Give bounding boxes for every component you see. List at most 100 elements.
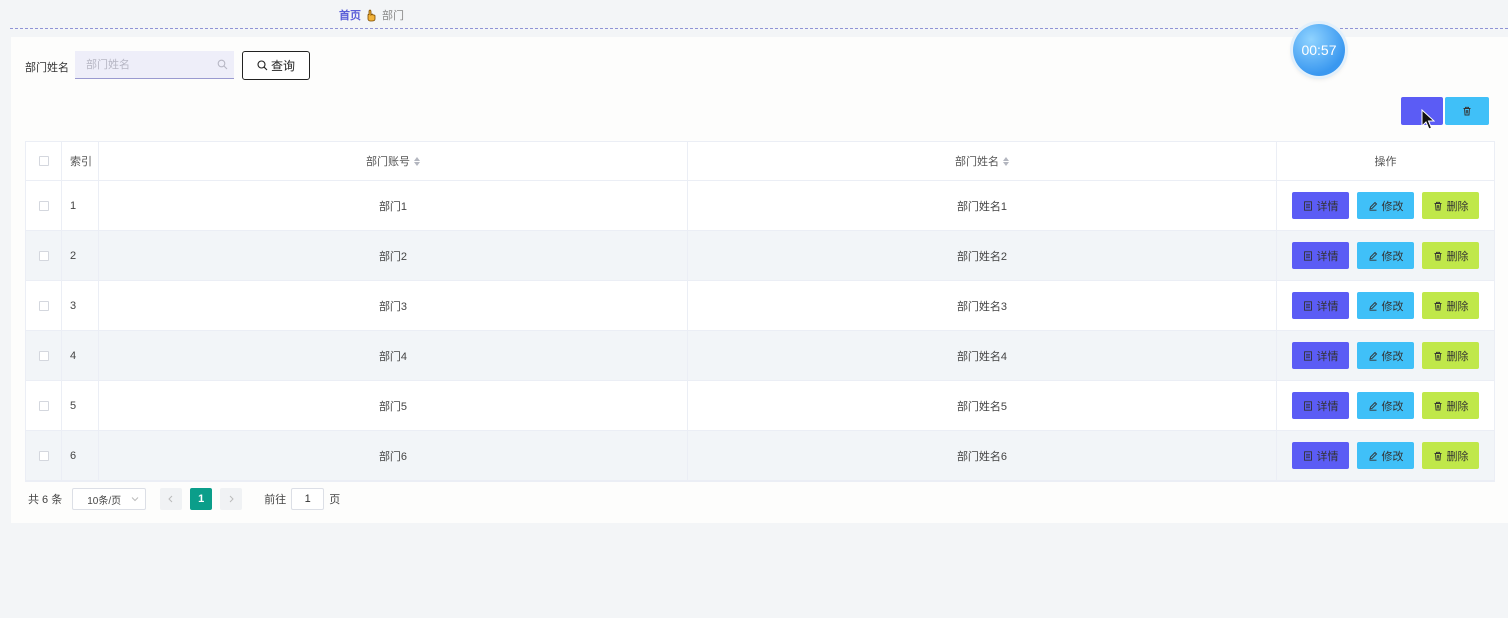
row-name-value: 部门姓名1: [956, 200, 1008, 213]
breadcrumb: 首页 部门: [339, 7, 404, 23]
select-all-checkbox[interactable]: [38, 156, 49, 166]
pencil-icon: [1368, 301, 1377, 311]
row-account: 部门2: [99, 231, 688, 280]
next-page-button[interactable]: [220, 488, 243, 510]
row-account: 部门3: [99, 281, 688, 330]
batch-delete-button[interactable]: [1445, 97, 1489, 125]
edit-button[interactable]: 修改: [1357, 192, 1414, 219]
row-checkbox[interactable]: [38, 200, 49, 211]
trash-icon: [1434, 251, 1441, 260]
edit-button[interactable]: 修改: [1357, 242, 1414, 269]
row-name: 部门姓名2: [688, 231, 1277, 280]
row-name-value: 部门姓名6: [956, 450, 1008, 463]
row-account-value: 部门3: [378, 300, 408, 313]
header-ops-label: 操作: [1374, 156, 1397, 168]
sort-icon[interactable]: [414, 156, 420, 166]
row-account-value: 部门4: [378, 350, 408, 363]
row-name-value: 部门姓名3: [956, 300, 1008, 313]
prev-page-button[interactable]: [160, 488, 183, 510]
pencil-icon: [1368, 451, 1377, 461]
document-icon: [1303, 450, 1312, 461]
sort-icon[interactable]: [1003, 156, 1009, 166]
chevron-left-icon: [168, 495, 173, 503]
main-panel: 部门姓名 查询 00:57 索引: [11, 24, 1508, 523]
detail-button[interactable]: 详情: [1292, 342, 1349, 369]
timer-badge: 00:57: [1293, 24, 1345, 76]
trash-icon: [1434, 451, 1441, 460]
row-checkbox-cell: [26, 231, 62, 280]
detail-button[interactable]: 详情: [1292, 392, 1349, 419]
detail-button[interactable]: 详情: [1292, 292, 1349, 319]
pagination: 共 6 条 10条/页 1 前往 页: [28, 488, 340, 510]
breadcrumb-home[interactable]: 首页: [339, 7, 361, 23]
row-index: 4: [62, 331, 99, 380]
edit-button[interactable]: 修改: [1357, 392, 1414, 419]
row-index-value: 6: [70, 449, 77, 462]
breadcrumb-current: 部门: [382, 10, 404, 22]
row-checkbox-cell: [26, 331, 62, 380]
row-index: 2: [62, 231, 99, 280]
row-account-value: 部门1: [378, 200, 408, 213]
detail-button[interactable]: 详情: [1292, 192, 1349, 219]
delete-button[interactable]: 删除: [1422, 342, 1479, 369]
edit-button[interactable]: 修改: [1357, 292, 1414, 319]
row-name: 部门姓名5: [688, 381, 1277, 430]
search-icon: [257, 60, 268, 71]
delete-button-label: 删除: [1446, 300, 1469, 313]
detail-button[interactable]: 详情: [1292, 242, 1349, 269]
row-account: 部门5: [99, 381, 688, 430]
query-button[interactable]: 查询: [242, 51, 310, 80]
row-index: 3: [62, 281, 99, 330]
hand-icon: [367, 9, 376, 21]
table-header-row: 索引 部门账号 部门姓名 操作: [26, 142, 1494, 181]
page-size-select[interactable]: 10条/页: [72, 488, 147, 510]
delete-button-label: 删除: [1446, 400, 1469, 413]
row-checkbox[interactable]: [38, 400, 49, 411]
edit-button-label: 修改: [1381, 350, 1404, 363]
edit-button-label: 修改: [1381, 300, 1404, 313]
header-index-label: 索引: [70, 156, 92, 168]
table-row: 6 部门6 部门姓名6 详情 修改 删除: [26, 431, 1494, 481]
row-checkbox[interactable]: [38, 300, 49, 311]
delete-button[interactable]: 删除: [1422, 292, 1479, 319]
table-row: 4 部门4 部门姓名4 详情 修改 删除: [26, 331, 1494, 381]
row-actions: 详情 修改 删除: [1277, 431, 1494, 480]
header-account[interactable]: 部门账号: [99, 142, 688, 180]
edit-button[interactable]: 修改: [1357, 442, 1414, 469]
row-account-value: 部门5: [378, 400, 408, 413]
page-number-button[interactable]: 1: [190, 488, 213, 510]
header-checkbox-cell: [26, 142, 62, 180]
row-checkbox[interactable]: [38, 250, 49, 261]
page-suffix: 页: [329, 494, 341, 506]
row-account-value: 部门2: [378, 250, 408, 263]
table-body: 1 部门1 部门姓名1 详情 修改 删除 2 部门2 部门姓名2 详情 修改 删…: [26, 181, 1494, 481]
row-index-value: 5: [70, 399, 77, 412]
row-checkbox[interactable]: [38, 450, 49, 461]
detail-button-label: 详情: [1316, 300, 1339, 313]
detail-button[interactable]: 详情: [1292, 442, 1349, 469]
search-input[interactable]: [75, 51, 234, 78]
delete-button[interactable]: 删除: [1422, 192, 1479, 219]
document-icon: [1303, 300, 1312, 311]
edit-button-label: 修改: [1381, 200, 1404, 213]
row-account: 部门4: [99, 331, 688, 380]
timer-text: 00:57: [1301, 42, 1337, 58]
header-name[interactable]: 部门姓名: [688, 142, 1277, 180]
row-name: 部门姓名4: [688, 331, 1277, 380]
delete-button[interactable]: 删除: [1422, 442, 1479, 469]
goto-page-input[interactable]: [291, 488, 325, 510]
trash-icon: [1434, 401, 1441, 410]
delete-button[interactable]: 删除: [1422, 392, 1479, 419]
row-actions: 详情 修改 删除: [1277, 231, 1494, 280]
edit-button[interactable]: 修改: [1357, 342, 1414, 369]
row-actions: 详情 修改 删除: [1277, 381, 1494, 430]
row-checkbox[interactable]: [38, 350, 49, 361]
row-index-value: 2: [70, 249, 77, 262]
mouse-cursor-icon: [1421, 109, 1435, 130]
pencil-icon: [1368, 201, 1377, 211]
document-icon: [1303, 250, 1312, 261]
trash-icon: [1434, 201, 1441, 210]
delete-button[interactable]: 删除: [1422, 242, 1479, 269]
header-ops: 操作: [1277, 142, 1494, 180]
row-actions: 详情 修改 删除: [1277, 331, 1494, 380]
